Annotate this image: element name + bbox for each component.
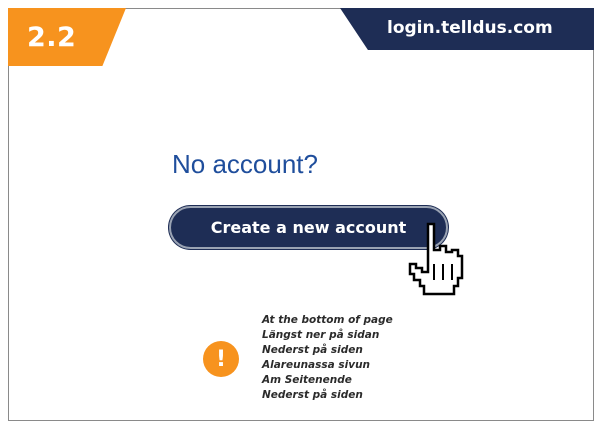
hint-line: At the bottom of page (262, 314, 393, 326)
step-number: 2.2 (27, 22, 77, 53)
hint-line: Nederst på siden (262, 344, 363, 356)
url-label: login.telldus.com (387, 18, 553, 38)
exclamation-icon: ! (203, 341, 239, 377)
hint-line: Alareunassa sivun (262, 359, 371, 371)
create-account-label: Create a new account (210, 218, 407, 237)
hand-pointer-icon (408, 222, 464, 296)
hint-line: Nederst på siden (262, 389, 363, 401)
hint-line: Am Seitenende (262, 374, 352, 386)
hint-list: At the bottom of page Längst ner på sida… (262, 313, 393, 403)
no-account-heading: No account? (172, 149, 318, 179)
hint-line: Längst ner på sidan (262, 329, 380, 341)
